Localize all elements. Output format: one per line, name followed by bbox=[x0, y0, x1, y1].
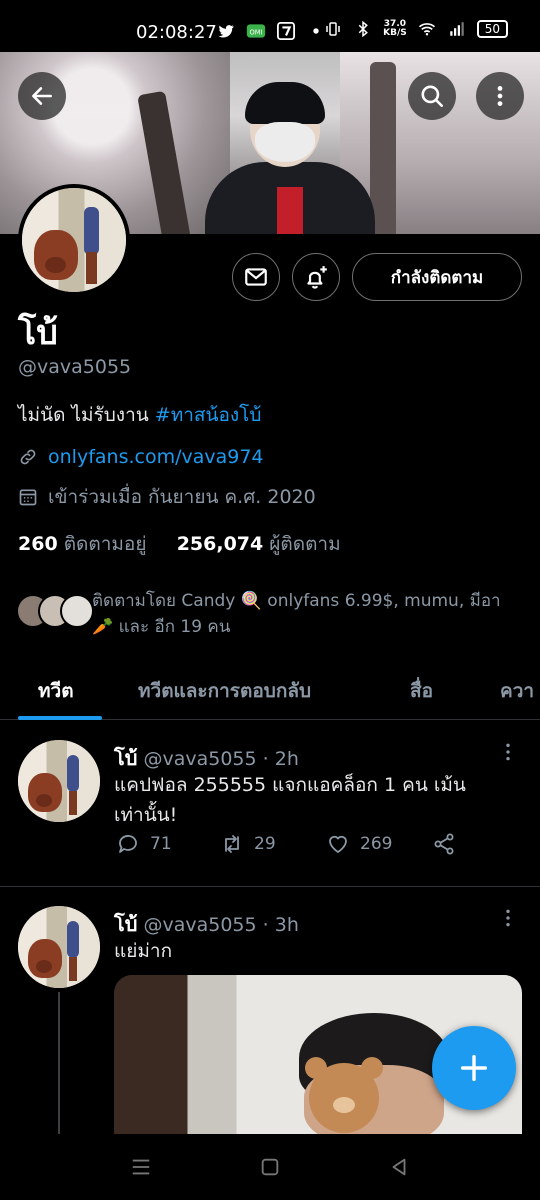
more-vertical-icon bbox=[497, 86, 503, 106]
omi-icon: OMI bbox=[246, 24, 266, 38]
like-button[interactable]: 269 bbox=[326, 832, 392, 856]
signal-icon bbox=[449, 22, 464, 36]
tweet-author-name: โบ้ bbox=[114, 912, 138, 936]
following-button[interactable]: กำลังติดตาม bbox=[352, 253, 522, 301]
retweet-icon bbox=[225, 835, 239, 853]
back-triangle-icon[interactable] bbox=[388, 1156, 410, 1178]
followed-by-row[interactable]: ติดตามโดย Candy 🍭 onlyfans 6.99$, mumu, … bbox=[16, 588, 536, 638]
network-speed: 37.0 KB/S bbox=[383, 19, 407, 38]
notify-button[interactable] bbox=[292, 253, 340, 301]
bio-hashtag-link[interactable]: #ทาสน้องโบ้ bbox=[155, 404, 262, 426]
status-system-icons: 37.0 KB/S 50 bbox=[323, 20, 508, 38]
search-button[interactable] bbox=[408, 72, 456, 120]
follower-avatar bbox=[60, 594, 94, 628]
seven-eleven-icon bbox=[277, 22, 295, 40]
tweet-time: · 2h bbox=[262, 748, 299, 770]
tab-tweets[interactable]: ทวีต bbox=[38, 676, 74, 706]
tweet-author-name: โบ้ bbox=[114, 746, 138, 770]
tab-likes[interactable]: ควา bbox=[500, 676, 534, 706]
profile-website-link[interactable]: onlyfans.com/vava974 bbox=[48, 446, 264, 468]
bluetooth-icon bbox=[358, 20, 368, 38]
calendar-icon bbox=[19, 489, 37, 506]
plus-icon bbox=[460, 1054, 488, 1082]
more-button[interactable] bbox=[476, 72, 524, 120]
mail-icon bbox=[245, 268, 267, 286]
link-icon bbox=[20, 449, 36, 465]
status-notification-icons: OMI bbox=[216, 22, 326, 40]
reply-icon bbox=[119, 835, 137, 853]
tweet-time: · 3h bbox=[262, 914, 299, 936]
home-square-icon[interactable] bbox=[259, 1156, 281, 1178]
vibrate-icon bbox=[326, 22, 340, 36]
follow-counts: 260 ติดตามอยู่ 256,074 ผู้ติดตาม bbox=[18, 529, 341, 559]
retweet-button[interactable]: 29 bbox=[220, 832, 276, 856]
thread-line bbox=[58, 992, 60, 1138]
menu-icon[interactable] bbox=[130, 1156, 152, 1178]
profile-joined-row: เข้าร่วมเมื่อ กันยายน ค.ศ. 2020 bbox=[18, 482, 316, 512]
profile-bio: ไม่นัด ไม่รับงาน #ทาสน้องโบ้ bbox=[18, 404, 262, 426]
search-icon bbox=[421, 85, 444, 108]
more-vertical-icon[interactable] bbox=[498, 908, 518, 928]
message-button[interactable] bbox=[232, 253, 280, 301]
tab-tweets-and-replies[interactable]: ทวีตและการตอบกลับ bbox=[138, 676, 311, 706]
battery-icon: 50 bbox=[476, 20, 508, 38]
following-count-link[interactable]: 260 ติดตามอยู่ bbox=[18, 533, 146, 555]
profile-display-name: โบ้ bbox=[18, 313, 58, 353]
bell-plus-icon bbox=[307, 266, 327, 289]
profile-tabs: ทวีต ทวีตและการตอบกลับ สื่อ ควา bbox=[0, 660, 540, 720]
profile-avatar[interactable] bbox=[18, 184, 130, 296]
tab-active-indicator bbox=[18, 716, 102, 720]
profile-handle: @vava5055 bbox=[18, 356, 132, 378]
profile-joined-date: เข้าร่วมเมื่อ กันยายน ค.ศ. 2020 bbox=[48, 486, 316, 508]
arrow-left-icon bbox=[32, 87, 52, 105]
followed-by-text: ติดตามโดย Candy 🍭 onlyfans 6.99$, mumu, … bbox=[92, 591, 501, 637]
profile-link-row: onlyfans.com/vava974 bbox=[18, 446, 264, 468]
wifi-icon bbox=[418, 23, 435, 36]
tweet-divider bbox=[0, 886, 540, 887]
bear-sticker bbox=[305, 1057, 383, 1133]
tweet-text: แคปฟอล 255555 แจกแอคล็อก 1 คน เม้นเท่านั… bbox=[114, 774, 466, 826]
heart-icon bbox=[329, 835, 347, 853]
tweet-author-handle: @vava5055 bbox=[143, 914, 257, 936]
tab-media[interactable]: สื่อ bbox=[410, 676, 433, 706]
tweet-avatar[interactable] bbox=[18, 906, 100, 988]
share-button[interactable] bbox=[432, 832, 456, 856]
share-icon bbox=[434, 833, 454, 855]
banner-person bbox=[205, 82, 375, 234]
tweet-author-handle: @vava5055 bbox=[143, 748, 257, 770]
tweet-text: แย่ม่าก bbox=[114, 940, 173, 962]
more-vertical-icon[interactable] bbox=[498, 742, 518, 762]
system-navigation-bar bbox=[0, 1134, 540, 1200]
back-button[interactable] bbox=[18, 72, 66, 120]
tweet-avatar[interactable] bbox=[18, 740, 100, 822]
svg-text:OMI: OMI bbox=[250, 28, 263, 36]
reply-button[interactable]: 71 bbox=[116, 832, 172, 856]
status-time: 02:08:27 bbox=[136, 22, 217, 43]
status-bar: 02:08:27 OMI 37.0 KB/S 50 bbox=[0, 0, 540, 52]
followers-count-link[interactable]: 256,074 ผู้ติดตาม bbox=[177, 533, 341, 555]
compose-tweet-button[interactable] bbox=[432, 1026, 516, 1110]
twitter-icon bbox=[218, 25, 234, 38]
